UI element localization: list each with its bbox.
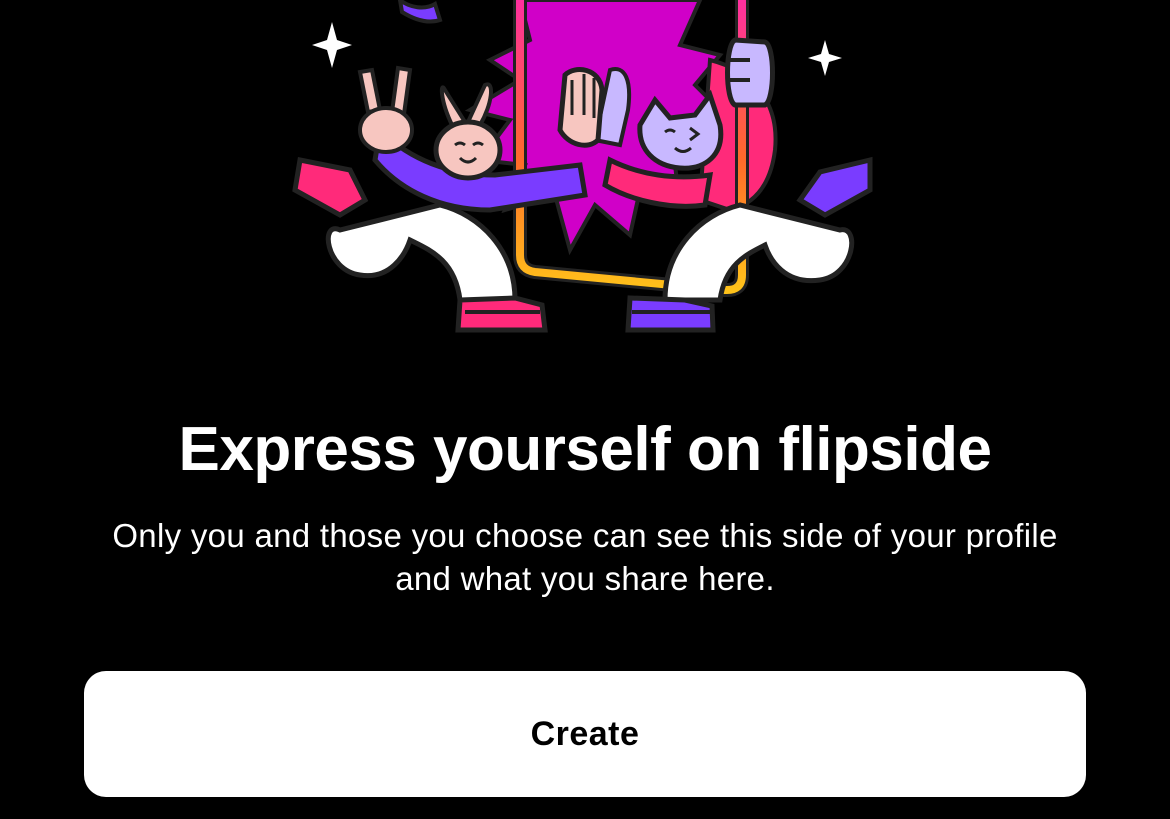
right-boot <box>796 156 873 218</box>
right-character-legs <box>662 202 855 303</box>
page-title: Express yourself on flipside <box>178 415 992 484</box>
gripping-hand-icon <box>725 37 775 108</box>
high-five-hands-icon <box>557 67 631 148</box>
swirl-shape <box>397 0 443 24</box>
left-boot <box>292 157 369 218</box>
left-character-legs <box>325 202 518 303</box>
sparkle-icon-left <box>312 22 352 68</box>
peace-hand-icon <box>357 65 414 154</box>
create-button-label: Create <box>530 714 640 753</box>
sparkle-icon-right <box>808 40 842 76</box>
flipside-illustration <box>292 0 873 333</box>
page-subtitle: Only you and those you choose can see th… <box>112 517 1058 597</box>
bunny-head <box>433 82 503 181</box>
create-button[interactable]: Create <box>84 671 1086 797</box>
